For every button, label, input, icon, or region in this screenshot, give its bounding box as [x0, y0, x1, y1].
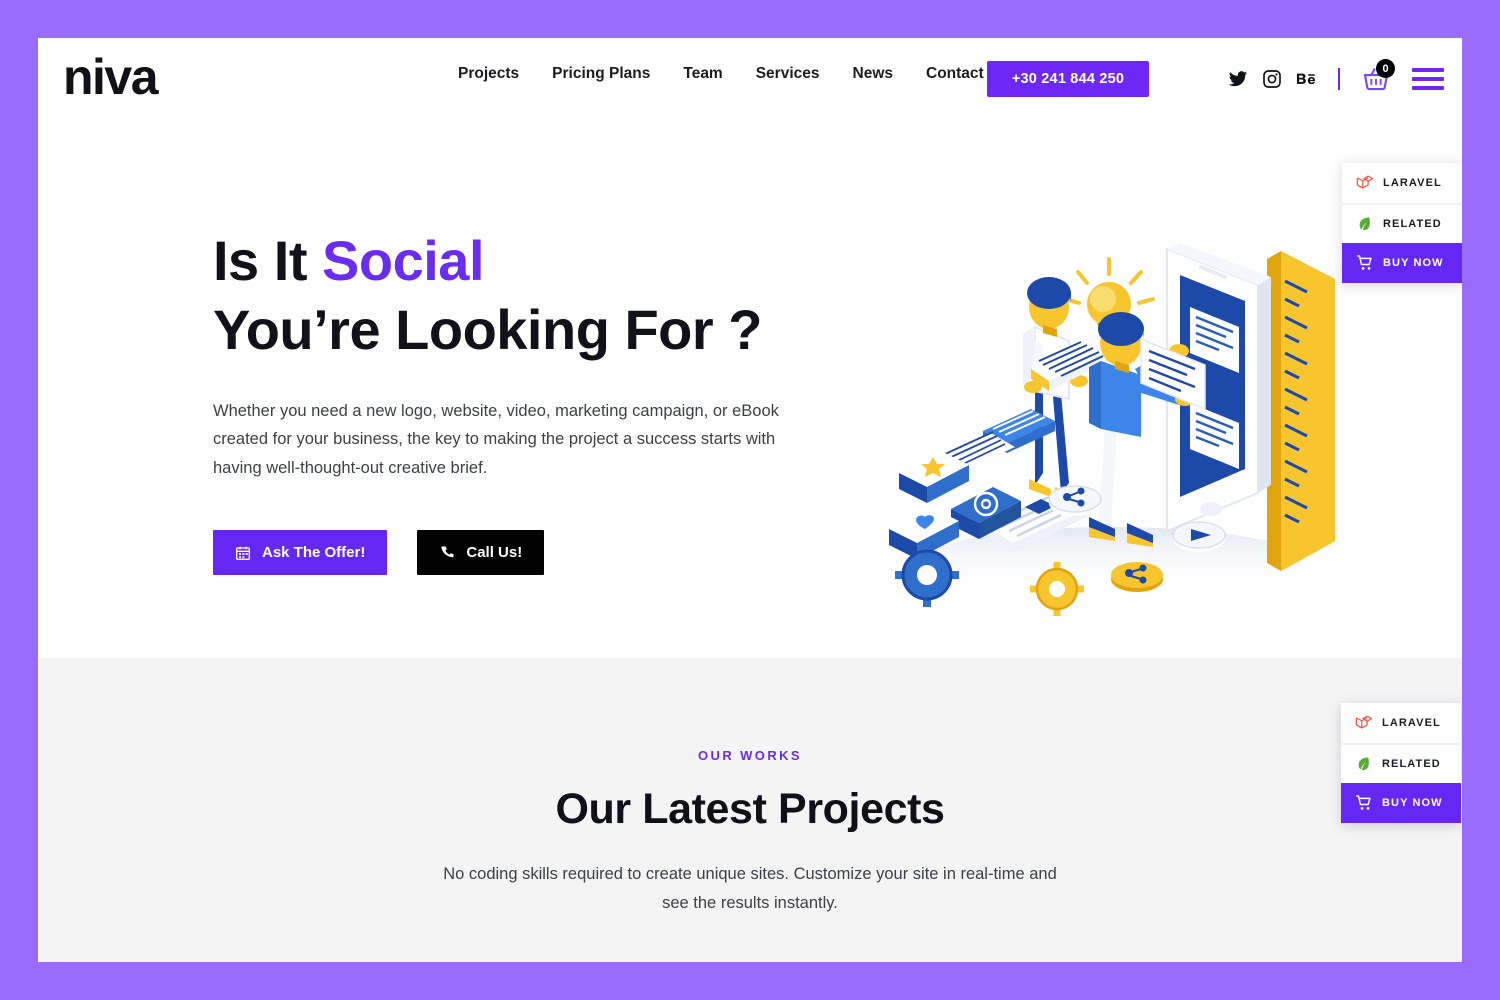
- side-widget-buy-now-button[interactable]: BUY NOW: [1341, 783, 1461, 823]
- phone-icon: [441, 545, 455, 557]
- burger-bar: [1412, 68, 1444, 72]
- hero-heading-line1: Is It Social: [213, 229, 484, 292]
- leaf-icon: [1359, 217, 1370, 231]
- side-widget-buy-now-label: BUY NOW: [1382, 797, 1443, 809]
- laravel-logo-icon: [1355, 715, 1373, 729]
- shopping-cart-icon: [1356, 795, 1371, 810]
- shopping-cart-icon: [1357, 255, 1372, 270]
- side-widget-top: LARAVEL RELATED BUY NOW: [1342, 163, 1462, 283]
- isometric-team-mobile-app-illustration: [883, 241, 1353, 621]
- nav-item-pricing-plans[interactable]: Pricing Plans: [552, 65, 650, 83]
- behance-icon[interactable]: [1296, 69, 1316, 89]
- nav-item-news[interactable]: News: [853, 65, 894, 83]
- laravel-logo-icon: [1356, 175, 1374, 189]
- side-widget-laravel-label: LARAVEL: [1382, 717, 1441, 729]
- hero-heading-highlight: Social: [322, 229, 484, 292]
- leaf-icon: [1358, 757, 1369, 771]
- site-header: niva Projects Pricing Plans Team Service…: [38, 38, 1462, 116]
- cart-count-badge: 0: [1376, 59, 1395, 78]
- section-subtitle: No coding skills required to create uniq…: [443, 865, 1057, 913]
- side-widget-related-label: RELATED: [1382, 758, 1441, 770]
- nav-item-services[interactable]: Services: [756, 65, 820, 83]
- hero-text-block: Is It Social You’re Looking For ? Whethe…: [213, 226, 853, 575]
- header-divider: [1338, 68, 1340, 90]
- nav-item-projects[interactable]: Projects: [458, 65, 519, 83]
- hero-section: Is It Social You’re Looking For ? Whethe…: [38, 116, 1462, 658]
- side-widget-laravel-label: LARAVEL: [1383, 177, 1442, 189]
- page-card: niva Projects Pricing Plans Team Service…: [38, 38, 1462, 962]
- side-widget-laravel-row[interactable]: LARAVEL: [1341, 703, 1461, 743]
- calendar-icon: [236, 546, 250, 560]
- burger-bar: [1412, 86, 1444, 90]
- ask-the-offer-label: Ask The Offer!: [262, 544, 366, 561]
- call-us-label: Call Us!: [466, 544, 523, 561]
- nav-item-team[interactable]: Team: [683, 65, 722, 83]
- side-widget-buy-now-button[interactable]: BUY NOW: [1342, 243, 1462, 283]
- call-us-button[interactable]: Call Us!: [417, 530, 545, 575]
- side-widget-bottom: LARAVEL RELATED BUY NOW: [1341, 703, 1461, 823]
- hero-paragraph: Whether you need a new logo, website, vi…: [213, 401, 779, 477]
- cart-button[interactable]: 0: [1362, 59, 1395, 93]
- our-works-section: OUR WORKS Our Latest Projects No coding …: [38, 658, 1462, 962]
- nav-item-contact[interactable]: Contact: [926, 65, 984, 83]
- main-navigation: Projects Pricing Plans Team Services New…: [458, 65, 984, 83]
- hero-heading: Is It Social You’re Looking For ?: [213, 226, 853, 365]
- phone-number-button[interactable]: +30 241 844 250: [987, 61, 1149, 97]
- twitter-icon[interactable]: [1228, 69, 1248, 89]
- side-widget-related-label: RELATED: [1383, 218, 1442, 230]
- side-widget-buy-now-label: BUY NOW: [1383, 257, 1444, 269]
- side-widget-laravel-row[interactable]: LARAVEL: [1342, 163, 1462, 203]
- hero-cta-group: Ask The Offer! Call Us!: [213, 530, 853, 575]
- instagram-icon[interactable]: [1262, 69, 1282, 89]
- section-eyebrow: OUR WORKS: [698, 748, 802, 763]
- hero-heading-line2: You’re Looking For ?: [213, 298, 762, 362]
- header-utilities: 0: [1228, 59, 1444, 98]
- side-widget-related-row[interactable]: RELATED: [1341, 743, 1461, 783]
- hamburger-menu-icon[interactable]: [1412, 68, 1444, 90]
- side-widget-related-row[interactable]: RELATED: [1342, 203, 1462, 243]
- ask-the-offer-button[interactable]: Ask The Offer!: [213, 530, 388, 575]
- section-title: Our Latest Projects: [555, 785, 945, 833]
- burger-bar: [1412, 77, 1444, 81]
- site-logo[interactable]: niva: [63, 48, 159, 106]
